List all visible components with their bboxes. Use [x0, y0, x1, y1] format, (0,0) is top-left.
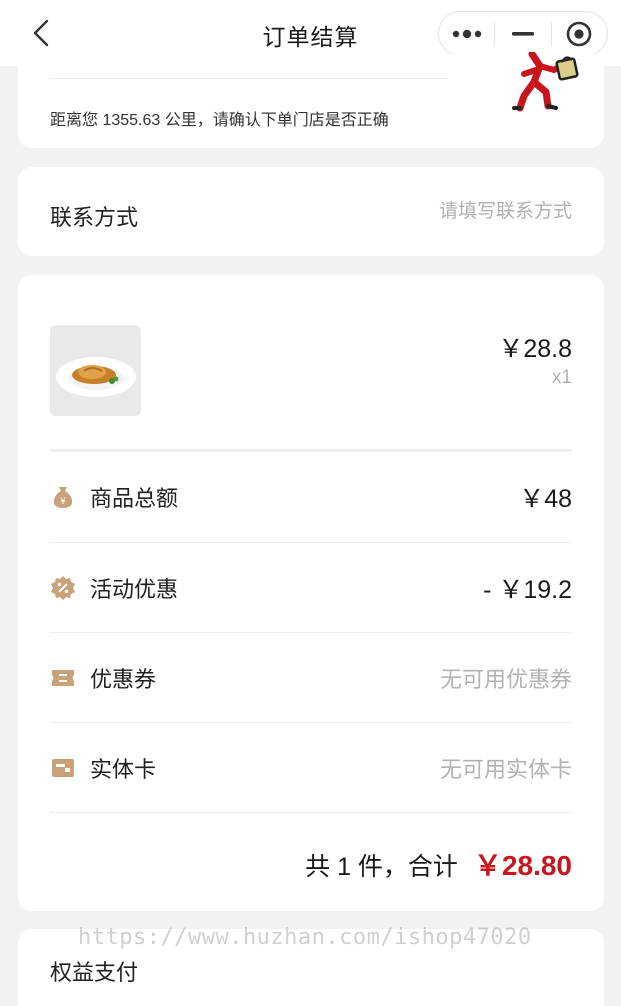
svg-text:¥: ¥ [60, 497, 66, 507]
order-checkout-page: 订单结算 距离您 1355.63 公里，请确认下单门店是否正确 联系方式 请填写… [0, 0, 621, 1006]
divider [50, 78, 448, 79]
delivery-runner-illustration [512, 52, 579, 112]
discount-icon [50, 575, 76, 601]
summary-value: ￥48 [519, 485, 572, 513]
summary-label: 商品总额 [90, 486, 179, 511]
summary-row-coupon[interactable]: 优惠券 无可用优惠券 [50, 633, 572, 723]
minimize-button[interactable] [495, 12, 550, 55]
benefit-payment-label: 权益支付 [50, 960, 139, 985]
minus-icon [511, 31, 534, 36]
dish-photo [50, 325, 141, 416]
summary-row-physical-card[interactable]: 实体卡 无可用实体卡 [50, 723, 572, 813]
summary-label: 优惠券 [90, 667, 157, 692]
summary-value: - ￥19.2 [483, 576, 572, 604]
total-amount: ￥28.80 [473, 850, 572, 881]
more-button[interactable] [439, 12, 494, 55]
product-price: ￥28.8 [498, 335, 572, 363]
summary-label: 活动优惠 [90, 577, 179, 602]
mini-program-capsule [438, 11, 608, 56]
contact-input[interactable] [312, 201, 572, 223]
summary-row-subtotal: ¥ 商品总额 ￥48 [50, 452, 572, 542]
store-distance-notice: 距离您 1355.63 公里，请确认下单门店是否正确 [50, 112, 389, 129]
contact-card: 联系方式 [18, 167, 604, 256]
order-summary-card: ￥28.8 x1 ¥ 商品总额 ￥48 活动优惠 - ￥19.2 优惠券 无可用… [18, 275, 604, 911]
summary-label: 实体卡 [90, 757, 157, 782]
product-image[interactable] [50, 325, 141, 416]
divider [50, 812, 572, 813]
summary-value: 无可用优惠券 [439, 667, 572, 692]
close-miniprogram-button[interactable] [552, 12, 607, 55]
store-card: 距离您 1355.63 公里，请确认下单门店是否正确 [18, 52, 604, 148]
summary-row-discount: 活动优惠 - ￥19.2 [50, 543, 572, 633]
money-bag-icon: ¥ [50, 484, 76, 510]
contact-label: 联系方式 [50, 205, 139, 230]
order-total: 共 1 件，合计 ￥28.80 [305, 844, 572, 884]
total-label: 共 1 件，合计 [305, 853, 458, 881]
more-dots-icon [452, 29, 481, 38]
watermark-text: https://www.huzhan.com/ishop47020 [78, 925, 532, 950]
target-circle-icon [567, 21, 592, 46]
card-icon [50, 755, 76, 781]
summary-value: 无可用实体卡 [439, 757, 572, 782]
coupon-icon [50, 665, 76, 691]
product-quantity: x1 [551, 367, 572, 388]
